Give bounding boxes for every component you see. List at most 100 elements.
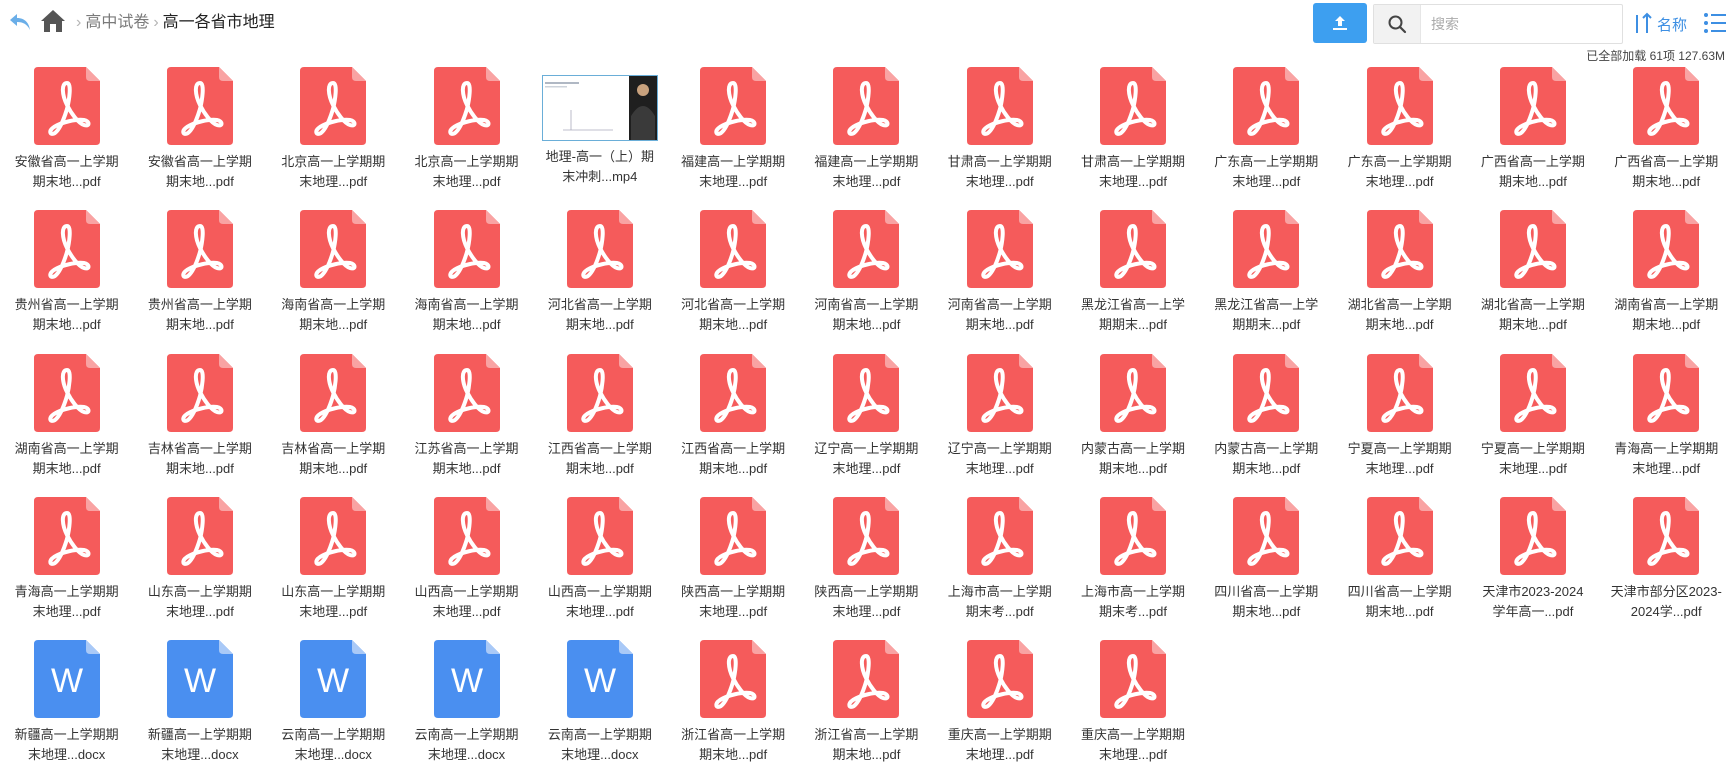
file-item[interactable]: 四川省高一上学期 期末地...pdf xyxy=(1333,496,1466,640)
file-item[interactable]: 浙江省高一上学期 期末地...pdf xyxy=(800,640,933,783)
file-item[interactable]: 甘肃高一上学期期 末地理...pdf xyxy=(1066,67,1199,210)
file-name-line: 湖南省高一上学期 xyxy=(14,440,119,456)
file-item[interactable]: 天津市部分区2023- 2024学...pdf xyxy=(1600,496,1733,640)
pdf-file-icon xyxy=(966,67,1033,145)
file-item[interactable]: 河南省高一上学期 期末地...pdf xyxy=(933,210,1066,353)
pdf-file-icon xyxy=(300,210,367,289)
file-item[interactable]: 甘肃高一上学期期 末地理...pdf xyxy=(933,67,1066,210)
upload-button[interactable] xyxy=(1313,3,1367,43)
file-item[interactable]: W 云南高一上学期期 末地理...docx xyxy=(400,640,533,783)
pdf-file-icon xyxy=(300,496,367,575)
file-item[interactable]: W 新疆高一上学期期 末地理...docx xyxy=(133,640,266,783)
file-item[interactable]: W 云南高一上学期期 末地理...docx xyxy=(267,640,400,783)
pdf-file-icon xyxy=(1633,210,1700,289)
file-item[interactable]: 安徽省高一上学期 期末地...pdf xyxy=(0,67,133,210)
pdf-file-icon xyxy=(1633,353,1700,432)
file-item[interactable]: 江西省高一上学期 期末地...pdf xyxy=(533,353,666,497)
file-item[interactable]: 河北省高一上学期 期末地...pdf xyxy=(666,210,799,353)
file-item[interactable]: 上海市高一上学期 期末考...pdf xyxy=(1066,496,1199,640)
pdf-file-icon xyxy=(833,640,900,719)
list-view-icon[interactable] xyxy=(1702,10,1728,36)
file-item[interactable]: 青海高一上学期期 末地理...pdf xyxy=(1600,353,1733,497)
file-item[interactable]: 湖北省高一上学期 期末地...pdf xyxy=(1466,210,1599,353)
file-item[interactable]: 湖南省高一上学期 期末地...pdf xyxy=(0,353,133,497)
file-item[interactable]: 黑龙江省高一上学 期期末...pdf xyxy=(1066,210,1199,353)
file-name: 江苏省高一上学期 期末地...pdf xyxy=(404,439,530,479)
file-item[interactable]: 山西高一上学期期 末地理...pdf xyxy=(533,496,666,640)
file-item[interactable]: 山西高一上学期期 末地理...pdf xyxy=(400,496,533,640)
home-icon[interactable] xyxy=(40,8,66,34)
file-item[interactable]: 黑龙江省高一上学 期期末...pdf xyxy=(1200,210,1333,353)
file-item[interactable]: 陕西高一上学期期 末地理...pdf xyxy=(666,496,799,640)
file-item[interactable]: 广东高一上学期期 末地理...pdf xyxy=(1333,67,1466,210)
file-item[interactable]: 重庆高一上学期期 末地理...pdf xyxy=(933,640,1066,783)
file-name-line: 广东高一上学期期 xyxy=(1347,154,1452,169)
file-name-line: 末地理...pdf xyxy=(965,747,1034,763)
pdf-file-icon xyxy=(1499,496,1566,575)
file-item[interactable]: 贵州省高一上学期 期末地...pdf xyxy=(133,210,266,353)
file-item[interactable]: 海南省高一上学期 期末地...pdf xyxy=(267,210,400,353)
file-item[interactable]: 北京高一上学期期 末地理...pdf xyxy=(400,67,533,210)
search-button[interactable] xyxy=(1374,5,1421,43)
file-item[interactable]: 山东高一上学期期 末地理...pdf xyxy=(267,496,400,640)
file-name-line: 宁夏高一上学期期 xyxy=(1480,440,1585,456)
file-name-line: 陕西高一上学期期 xyxy=(681,583,786,599)
pdf-file-icon xyxy=(166,496,233,575)
file-item[interactable]: 吉林省高一上学期 期末地...pdf xyxy=(267,353,400,497)
file-name: 内蒙古高一上学期 期末地...pdf xyxy=(1203,439,1329,479)
file-item[interactable]: 湖北省高一上学期 期末地...pdf xyxy=(1333,210,1466,353)
file-item[interactable]: 青海高一上学期期 末地理...pdf xyxy=(0,496,133,640)
file-name-line: 期末地...pdf xyxy=(32,460,101,476)
file-name-line: 期末地...pdf xyxy=(165,460,234,476)
file-name-line: 山西高一上学期期 xyxy=(414,583,519,599)
file-item[interactable]: 湖南省高一上学期 期末地...pdf xyxy=(1600,210,1733,353)
file-item[interactable]: 重庆高一上学期期 末地理...pdf xyxy=(1066,640,1199,783)
file-item[interactable]: 北京高一上学期期 末地理...pdf xyxy=(267,67,400,210)
file-name: 山东高一上学期期 末地理...pdf xyxy=(270,582,396,622)
file-item[interactable]: 四川省高一上学期 期末地...pdf xyxy=(1200,496,1333,640)
file-item[interactable]: 广西省高一上学期 期末地...pdf xyxy=(1600,67,1733,210)
file-item[interactable]: 吉林省高一上学期 期末地...pdf xyxy=(133,353,266,497)
file-item[interactable]: 浙江省高一上学期 期末地...pdf xyxy=(666,640,799,783)
file-item[interactable]: 安徽省高一上学期 期末地...pdf xyxy=(133,67,266,210)
file-name: 广西省高一上学期 期末地...pdf xyxy=(1470,152,1596,192)
file-name-line: 期末地...pdf xyxy=(1232,603,1301,619)
file-item[interactable]: 福建高一上学期期 末地理...pdf xyxy=(666,67,799,210)
file-item[interactable]: W 云南高一上学期期 末地理...docx xyxy=(533,640,666,783)
file-name-line: 江西省高一上学期 xyxy=(681,440,786,456)
file-item[interactable]: 内蒙古高一上学期 期末地...pdf xyxy=(1066,353,1199,497)
file-item[interactable]: 宁夏高一上学期期 末地理...pdf xyxy=(1333,353,1466,497)
file-item[interactable]: 江西省高一上学期 期末地...pdf xyxy=(666,353,799,497)
file-name-line: 云南高一上学期期 xyxy=(281,727,386,743)
file-name-line: 陕西高一上学期期 xyxy=(814,583,919,599)
search-input[interactable] xyxy=(1429,8,1613,40)
file-item[interactable]: 宁夏高一上学期期 末地理...pdf xyxy=(1466,353,1599,497)
status-text: 已全部加载 61项 127.63M xyxy=(1586,49,1725,63)
file-item[interactable]: 辽宁高一上学期期 末地理...pdf xyxy=(800,353,933,497)
file-item[interactable]: 陕西高一上学期期 末地理...pdf xyxy=(800,496,933,640)
file-item[interactable]: 福建高一上学期期 末地理...pdf xyxy=(800,67,933,210)
file-item[interactable]: 广西省高一上学期 期末地...pdf xyxy=(1466,67,1599,210)
breadcrumb-parent[interactable]: 高中试卷 xyxy=(85,12,149,34)
pdf-file-icon xyxy=(433,353,500,432)
file-item[interactable]: 河南省高一上学期 期末地...pdf xyxy=(800,210,933,353)
file-item[interactable]: 内蒙古高一上学期 期末地...pdf xyxy=(1200,353,1333,497)
file-name-line: 末地理...pdf xyxy=(299,603,368,619)
file-item[interactable]: 贵州省高一上学期 期末地...pdf xyxy=(0,210,133,353)
file-item[interactable]: 天津市2023-2024 学年高一...pdf xyxy=(1466,496,1599,640)
file-name-line: 末地理...docx xyxy=(294,747,372,763)
back-arrow-icon[interactable] xyxy=(8,9,34,35)
file-item[interactable]: 河北省高一上学期 期末地...pdf xyxy=(533,210,666,353)
pdf-file-icon xyxy=(166,67,233,145)
file-item[interactable]: 江苏省高一上学期 期末地...pdf xyxy=(400,353,533,497)
file-item[interactable]: 地理-高一（上）期 末冲刺...mp4 xyxy=(533,67,666,210)
file-item[interactable]: 山东高一上学期期 末地理...pdf xyxy=(133,496,266,640)
file-item[interactable]: 上海市高一上学期 期末考...pdf xyxy=(933,496,1066,640)
file-item[interactable]: 海南省高一上学期 期末地...pdf xyxy=(400,210,533,353)
file-item[interactable]: 辽宁高一上学期期 末地理...pdf xyxy=(933,353,1066,497)
file-name-line: 末地理...pdf xyxy=(299,174,368,189)
file-item[interactable]: W 新疆高一上学期期 末地理...docx xyxy=(0,640,133,783)
file-name-line: 广西省高一上学期 xyxy=(1614,154,1719,169)
sort-by-name-button[interactable]: 名称 xyxy=(1633,10,1687,38)
file-item[interactable]: 广东高一上学期期 末地理...pdf xyxy=(1200,67,1333,210)
